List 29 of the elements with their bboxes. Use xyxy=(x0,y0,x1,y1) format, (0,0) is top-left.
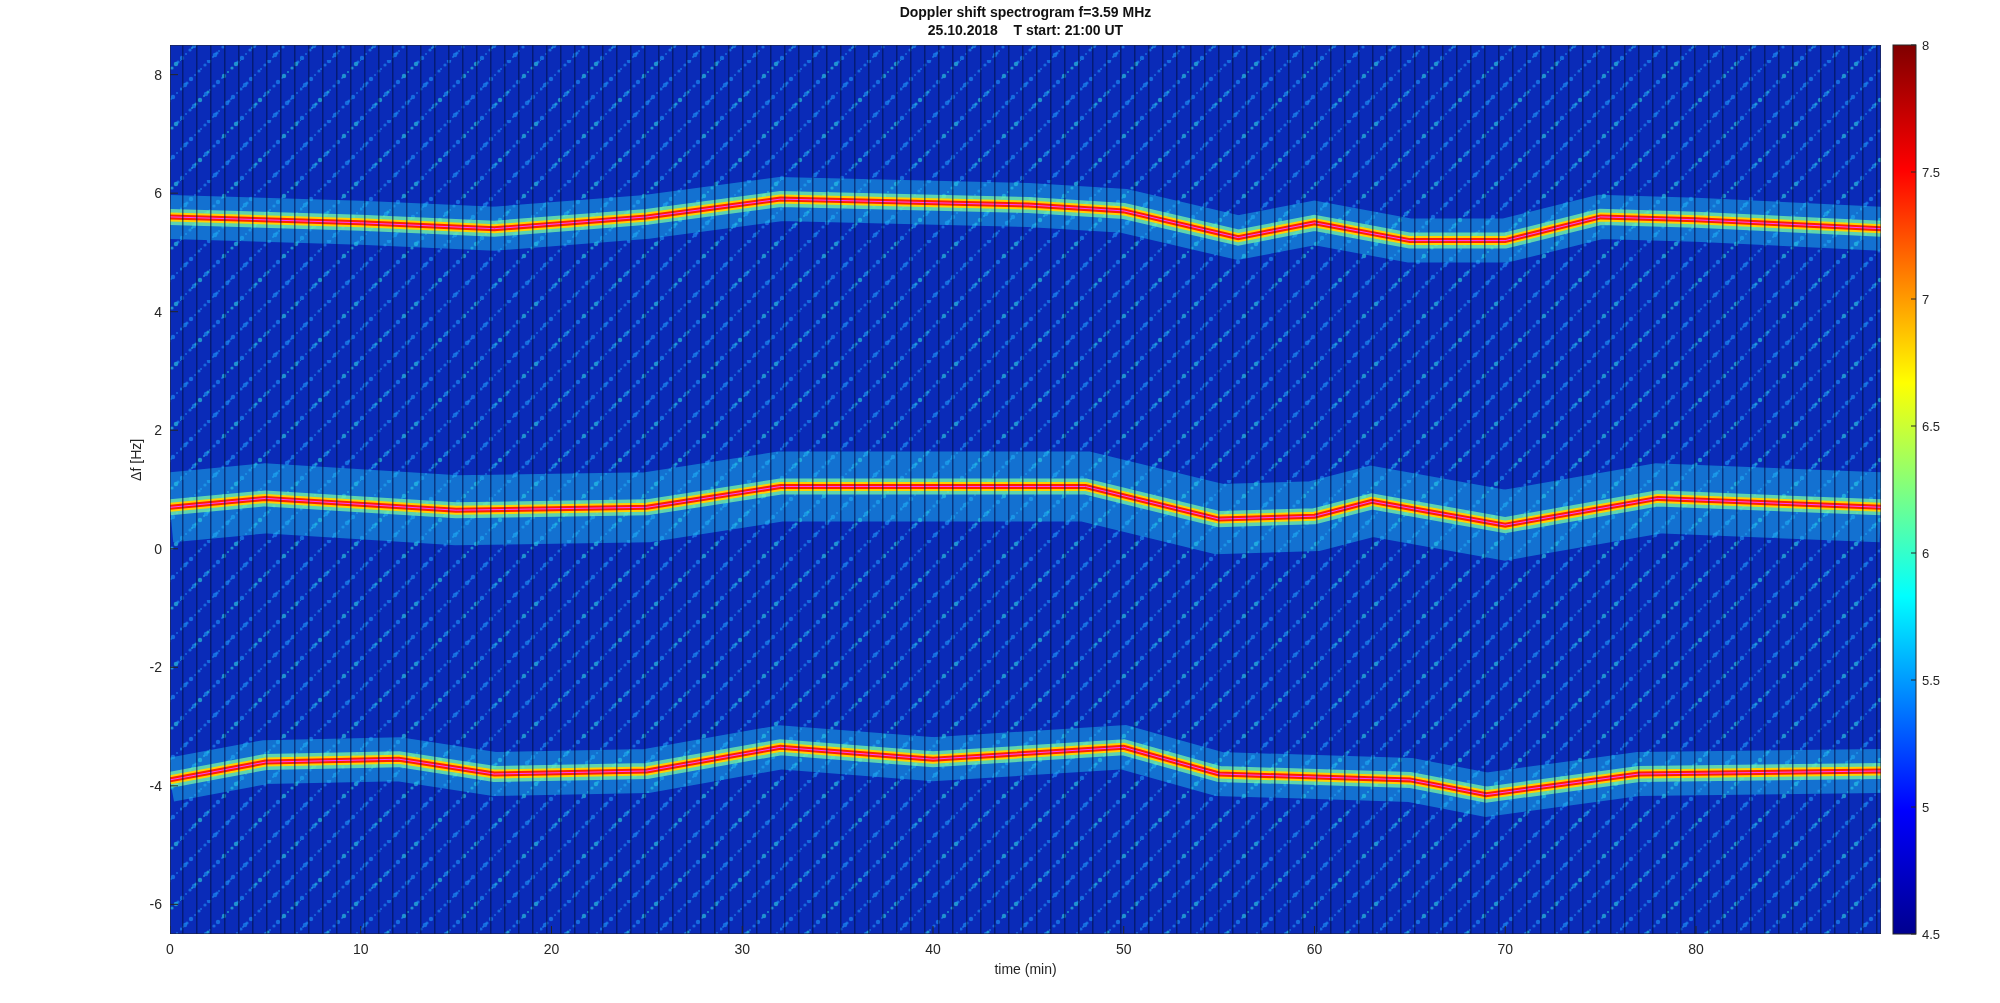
axis-tick-label: -2 xyxy=(149,659,162,676)
colorbar-tick-label: 5 xyxy=(1922,800,1930,815)
axis-tick-label: -6 xyxy=(149,896,162,913)
chart-title: Doppler shift spectrogram f=3.59 MHz xyxy=(899,4,1152,20)
axis-tick-label: 30 xyxy=(734,941,751,957)
colorbar-tick-label: 6.5 xyxy=(1922,419,1941,434)
axis-tick-label: 20 xyxy=(543,941,560,957)
y-axis-label: Δf [Hz] xyxy=(128,438,144,481)
axis-tick-label: 6 xyxy=(154,185,162,202)
colorbar-tick-label: 6 xyxy=(1922,546,1930,561)
colorbar-tick-label: 7 xyxy=(1922,292,1930,307)
colorbar-tick-label: 4.5 xyxy=(1922,927,1941,942)
chart-title: 25.10.2018 T start: 21:00 UT xyxy=(927,22,1124,38)
x-axis-label: time (min) xyxy=(994,961,1057,977)
axis-tick-label: 0 xyxy=(166,941,174,957)
colorbar-tick-label: 5.5 xyxy=(1922,673,1941,688)
axis-tick-label: 2 xyxy=(154,422,162,439)
colorbar-tick-label: 8 xyxy=(1922,38,1930,53)
colorbar-tick-label: 7.5 xyxy=(1922,165,1941,180)
axis-tick-label: 50 xyxy=(1115,941,1132,957)
axis-tick-label: 70 xyxy=(1497,941,1513,957)
axis-tick-label: 80 xyxy=(1688,941,1704,957)
axis-tick-label: 8 xyxy=(154,66,162,83)
axis-tick-label: -4 xyxy=(149,777,162,794)
axis-tick-label: 4 xyxy=(154,303,162,320)
axis-tick-label: 40 xyxy=(925,941,941,957)
axis-tick-label: 10 xyxy=(352,941,369,957)
axis-tick-label: 60 xyxy=(1306,941,1323,957)
axis-tick-label: 0 xyxy=(154,540,162,557)
